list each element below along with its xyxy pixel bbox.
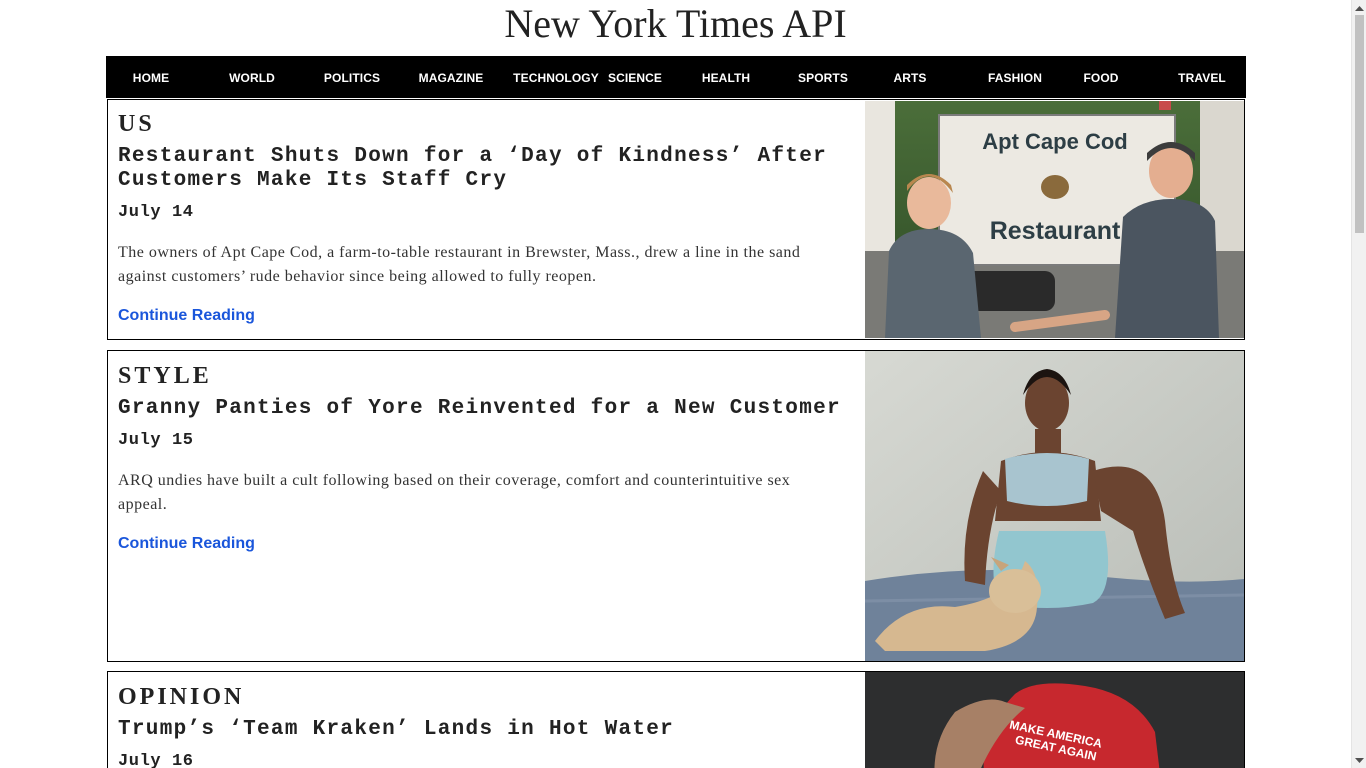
maga-hat-photo: MAKE AMERICA GREAT AGAIN (865, 672, 1244, 768)
nav-item-world[interactable]: WORLD (212, 57, 292, 99)
article-date: July 16 (118, 752, 194, 768)
main-nav: HOME WORLD POLITICS MAGAZINE TECHNOLOGY … (106, 56, 1246, 98)
article-text: STYLE Granny Panties of Yore Reinvented … (118, 351, 848, 661)
nav-item-arts[interactable]: ARTS (880, 57, 940, 99)
nav-item-travel[interactable]: TRAVEL (1171, 57, 1233, 99)
continue-reading-link[interactable]: Continue Reading (118, 307, 255, 325)
nav-item-sports[interactable]: SPORTS (784, 57, 862, 99)
scroll-thumb[interactable] (1355, 15, 1364, 233)
article-text: US Restaurant Shuts Down for a ‘Day of K… (118, 100, 848, 339)
nav-item-technology[interactable]: TECHNOLOGY (510, 57, 602, 99)
article-image[interactable] (865, 351, 1244, 661)
nav-item-politics[interactable]: POLITICS (312, 57, 392, 99)
sign-line1: Apt Cape Cod (982, 129, 1127, 154)
article-card: OPINION Trump’s ‘Team Kraken’ Lands in H… (107, 671, 1245, 768)
nav-item-magazine[interactable]: MAGAZINE (411, 57, 491, 99)
article-headline[interactable]: Restaurant Shuts Down for a ‘Day of Kind… (118, 145, 848, 193)
model-with-dog-photo (865, 351, 1244, 661)
article-text: OPINION Trump’s ‘Team Kraken’ Lands in H… (118, 672, 848, 768)
nav-item-food[interactable]: FOOD (1072, 57, 1130, 99)
page-scrollbar[interactable] (1351, 0, 1366, 768)
article-headline[interactable]: Granny Panties of Yore Reinvented for a … (118, 397, 848, 421)
nav-item-fashion[interactable]: FASHION (977, 57, 1053, 99)
continue-reading-link[interactable]: Continue Reading (118, 535, 255, 553)
article-date: July 14 (118, 203, 194, 222)
scroll-up-icon[interactable] (1352, 0, 1366, 15)
nav-item-health[interactable]: HEALTH (689, 57, 763, 99)
article-image[interactable]: MAKE AMERICA GREAT AGAIN (865, 672, 1244, 768)
article-abstract: The owners of Apt Cape Cod, a farm-to-ta… (118, 244, 801, 285)
article-card: US Restaurant Shuts Down for a ‘Day of K… (107, 99, 1245, 340)
restaurant-photo: Apt Cape Cod Restaurant (865, 101, 1244, 338)
article-image[interactable]: Apt Cape Cod Restaurant (865, 101, 1244, 338)
nav-item-science[interactable]: SCIENCE (602, 57, 668, 99)
site-title: New York Times API (504, 1, 847, 46)
article-abstract: ARQ undies have built a cult following b… (118, 472, 791, 513)
article-card: STYLE Granny Panties of Yore Reinvented … (107, 350, 1245, 662)
article-section: STYLE (118, 363, 212, 389)
article-section: US (118, 111, 155, 137)
article-section: OPINION (118, 684, 245, 710)
nav-item-home[interactable]: HOME (115, 57, 187, 99)
sign-line2: Restaurant (990, 217, 1121, 245)
article-date: July 15 (118, 431, 194, 450)
article-headline[interactable]: Trump’s ‘Team Kraken’ Lands in Hot Water (118, 718, 848, 742)
scroll-down-icon[interactable] (1352, 753, 1366, 768)
